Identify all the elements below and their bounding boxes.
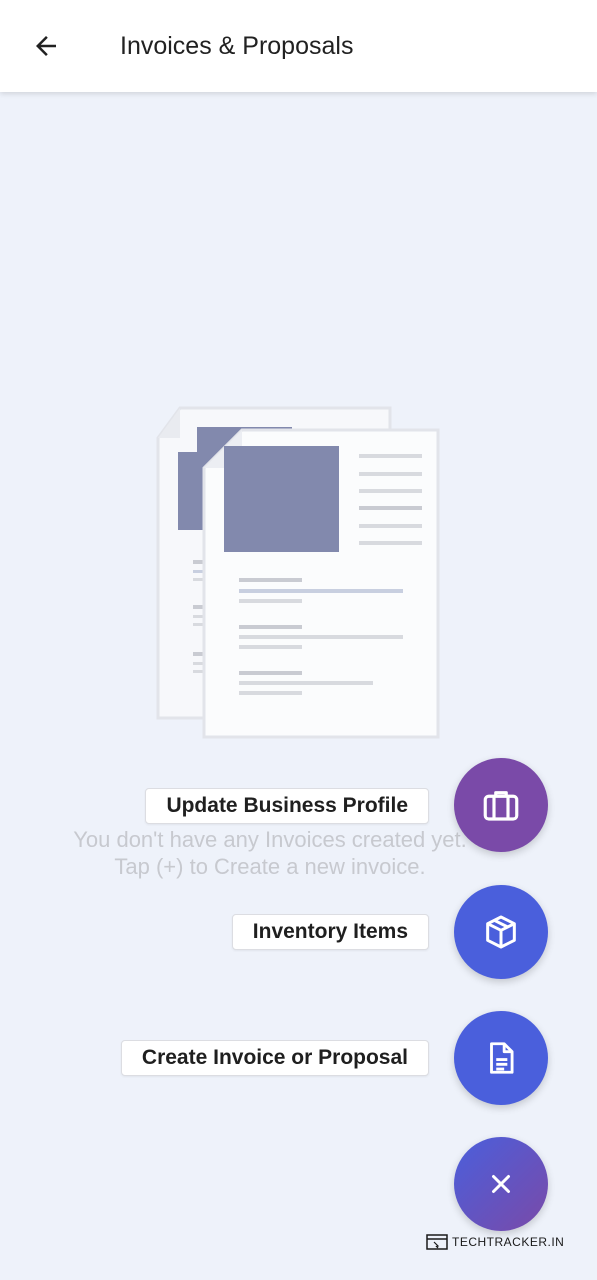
watermark: TECHTRACKER.IN — [426, 1234, 564, 1250]
close-icon — [492, 1175, 510, 1193]
empty-state-illustration — [150, 400, 450, 745]
empty-state-message: You don't have any Invoices created yet.… — [60, 826, 480, 880]
create-invoice-button[interactable] — [454, 1011, 548, 1105]
box-icon — [486, 915, 516, 949]
arrow-left-icon — [36, 36, 56, 56]
update-business-profile-button[interactable] — [454, 758, 548, 852]
inventory-items-button[interactable] — [454, 885, 548, 979]
briefcase-icon — [483, 791, 519, 821]
browser-window-icon — [426, 1234, 448, 1250]
watermark-text: TECHTRACKER.IN — [452, 1235, 565, 1249]
back-button[interactable] — [22, 24, 70, 68]
create-invoice-label[interactable]: Create Invoice or Proposal — [120, 1040, 429, 1076]
document-icon — [490, 1042, 514, 1074]
inventory-items-label[interactable]: Inventory Items — [231, 914, 429, 950]
close-menu-button[interactable] — [454, 1137, 548, 1231]
empty-state-line-2: Tap (+) to Create a new invoice. — [114, 854, 426, 879]
documents-icon — [156, 406, 440, 739]
page-title: Invoices & Proposals — [120, 32, 354, 60]
empty-state-line-1: You don't have any Invoices created yet. — [73, 827, 467, 852]
app-bar: Invoices & Proposals — [0, 0, 597, 92]
update-business-profile-label[interactable]: Update Business Profile — [145, 788, 429, 824]
